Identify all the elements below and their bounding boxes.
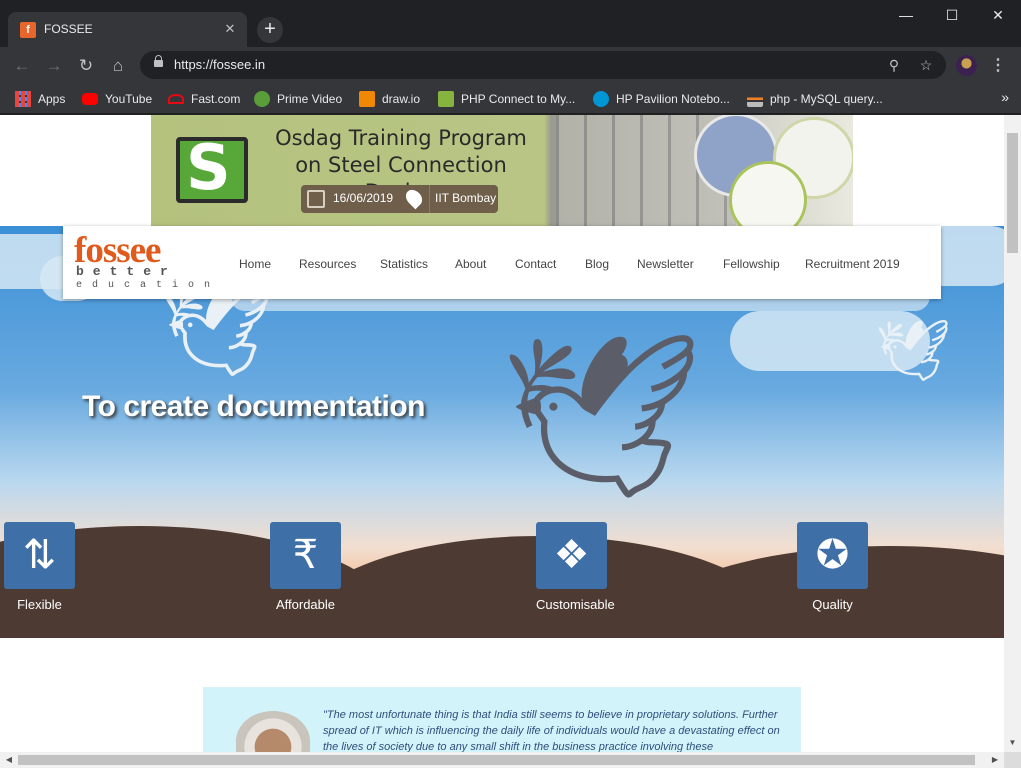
- horizontal-scroll-thumb[interactable]: [18, 755, 975, 765]
- logo-tagline: education: [76, 280, 221, 291]
- nav-statistics[interactable]: Statistics: [380, 257, 428, 271]
- fossee-logo[interactable]: fossee better education: [74, 232, 224, 292]
- quote-section: "The most unfortunate thing is that Indi…: [203, 687, 801, 752]
- feature-label: Flexible: [17, 597, 62, 612]
- rupee-icon: ₹: [270, 522, 341, 589]
- banner-title-line1: Osdag Training Program: [275, 126, 527, 150]
- apps-grid-icon: [15, 91, 31, 107]
- pill-divider: [429, 185, 430, 213]
- home-button[interactable]: ⌂: [104, 52, 132, 80]
- bookmark-star-icon[interactable]: ☆: [916, 55, 936, 75]
- site-header: fossee better education Home Resources S…: [63, 226, 941, 299]
- w3schools-icon: [438, 91, 454, 107]
- bookmark-label: Fast.com: [191, 92, 241, 106]
- bookmarks-overflow-icon[interactable]: »: [1001, 89, 1009, 105]
- hp-icon: [593, 91, 609, 107]
- bookmark-label: Prime Video: [277, 92, 343, 106]
- maximize-window-button[interactable]: ☐: [929, 0, 975, 30]
- scroll-right-arrow-icon[interactable]: ▶: [988, 753, 1002, 767]
- bookmark-stackoverflow[interactable]: php - MySQL query...: [747, 89, 883, 109]
- bookmark-drawio[interactable]: draw.io: [359, 89, 420, 109]
- prime-video-icon: [254, 91, 270, 107]
- logo-tagline: better: [76, 264, 177, 279]
- vertical-scrollbar[interactable]: ▼: [1004, 115, 1021, 752]
- nav-contact[interactable]: Contact: [515, 257, 556, 271]
- vertical-scroll-thumb[interactable]: [1007, 133, 1018, 253]
- osdag-training-banner[interactable]: S Osdag Training Program on Steel Connec…: [151, 115, 853, 226]
- back-button[interactable]: ←: [8, 52, 36, 80]
- new-tab-button[interactable]: +: [257, 17, 283, 43]
- quote-text: "The most unfortunate thing is that Indi…: [323, 709, 780, 752]
- nav-home[interactable]: Home: [239, 257, 271, 271]
- bookmark-youtube[interactable]: YouTube: [82, 89, 152, 109]
- feature-label: Customisable: [536, 597, 615, 612]
- osdag-logo-icon: S: [176, 135, 248, 203]
- feature-flexible[interactable]: ⇅ Flexible: [4, 522, 75, 612]
- feature-label: Affordable: [275, 597, 336, 612]
- bookmark-label: HP Pavilion Notebo...: [616, 92, 730, 106]
- nav-newsletter[interactable]: Newsletter: [637, 257, 694, 271]
- feature-label: Quality: [812, 597, 853, 612]
- award-badge-icon: ✪: [797, 522, 868, 589]
- tab-title: FOSSEE: [44, 22, 93, 36]
- bookmark-label: YouTube: [105, 92, 153, 106]
- scrollbar-corner: [1004, 752, 1021, 768]
- banner-date: 16/06/2019: [333, 191, 394, 205]
- author-photo: [236, 711, 310, 752]
- browser-menu-icon[interactable]: ⋮: [988, 52, 1008, 80]
- forward-button[interactable]: →: [40, 52, 68, 80]
- nav-fellowship[interactable]: Fellowship: [723, 257, 780, 271]
- feature-quality[interactable]: ✪ Quality: [797, 522, 868, 612]
- dove-icon: 🕊: [500, 326, 704, 505]
- calendar-icon: [307, 190, 325, 208]
- bookmark-prime-video[interactable]: Prime Video: [254, 89, 342, 109]
- dove-icon: 🕊: [875, 317, 952, 384]
- zoom-icon[interactable]: ⚲: [884, 55, 904, 75]
- youtube-icon: [82, 93, 98, 105]
- bookmark-label: draw.io: [382, 92, 421, 106]
- dove-icon: 🕊: [160, 281, 275, 381]
- horizontal-scrollbar[interactable]: ◀ ▶: [0, 752, 1004, 768]
- bookmark-label: Apps: [38, 92, 66, 106]
- puzzle-icon: ❖: [536, 522, 607, 589]
- nav-blog[interactable]: Blog: [585, 257, 609, 271]
- lock-icon[interactable]: [154, 55, 163, 67]
- split-arrows-icon: ⇅: [4, 522, 75, 589]
- browser-tab[interactable]: f FOSSEE ✕: [8, 12, 247, 47]
- nav-resources[interactable]: Resources: [299, 257, 356, 271]
- location-pin-icon: [402, 186, 426, 210]
- bookmark-php-connect[interactable]: PHP Connect to My...: [438, 89, 575, 109]
- bookmark-apps[interactable]: Apps: [15, 89, 65, 109]
- bookmark-fast[interactable]: Fast.com: [168, 89, 240, 109]
- profile-avatar[interactable]: [956, 55, 977, 76]
- fossee-favicon-icon: f: [20, 22, 36, 38]
- drawio-icon: [359, 91, 375, 107]
- banner-event-info: 16/06/2019 IIT Bombay: [301, 185, 498, 213]
- bookmark-label: php - MySQL query...: [770, 92, 883, 106]
- hero-headline: To create documentation: [82, 390, 426, 423]
- nav-recruitment[interactable]: Recruitment 2019: [805, 257, 900, 271]
- stackoverflow-icon: [747, 91, 763, 107]
- bookmark-label: PHP Connect to My...: [461, 92, 576, 106]
- scroll-left-arrow-icon[interactable]: ◀: [2, 753, 16, 767]
- minimize-window-button[interactable]: —: [883, 0, 929, 30]
- close-window-button[interactable]: ✕: [975, 0, 1021, 30]
- address-bar[interactable]: https://fossee.in ⚲ ☆: [140, 51, 946, 79]
- nav-about[interactable]: About: [455, 257, 486, 271]
- fast-com-icon: [168, 94, 184, 104]
- url-text[interactable]: https://fossee.in: [174, 57, 265, 72]
- bookmarks-bar: Apps YouTube Fast.com Prime Video draw.i…: [0, 84, 1021, 114]
- feature-customisable[interactable]: ❖ Customisable: [536, 522, 615, 612]
- bookmark-hp-pavilion[interactable]: HP Pavilion Notebo...: [593, 89, 730, 109]
- banner-place: IIT Bombay: [435, 191, 497, 205]
- tab-strip: f FOSSEE ✕ + — ☐ ✕: [0, 0, 1021, 47]
- page-viewport: S Osdag Training Program on Steel Connec…: [0, 115, 1004, 752]
- scroll-down-arrow-icon[interactable]: ▼: [1004, 736, 1021, 750]
- feature-affordable[interactable]: ₹ Affordable: [270, 522, 341, 612]
- close-tab-icon[interactable]: ✕: [221, 20, 239, 38]
- browser-toolbar: ← → ↻ ⌂ https://fossee.in ⚲ ☆ ⋮: [0, 47, 1021, 84]
- reload-button[interactable]: ↻: [72, 52, 100, 80]
